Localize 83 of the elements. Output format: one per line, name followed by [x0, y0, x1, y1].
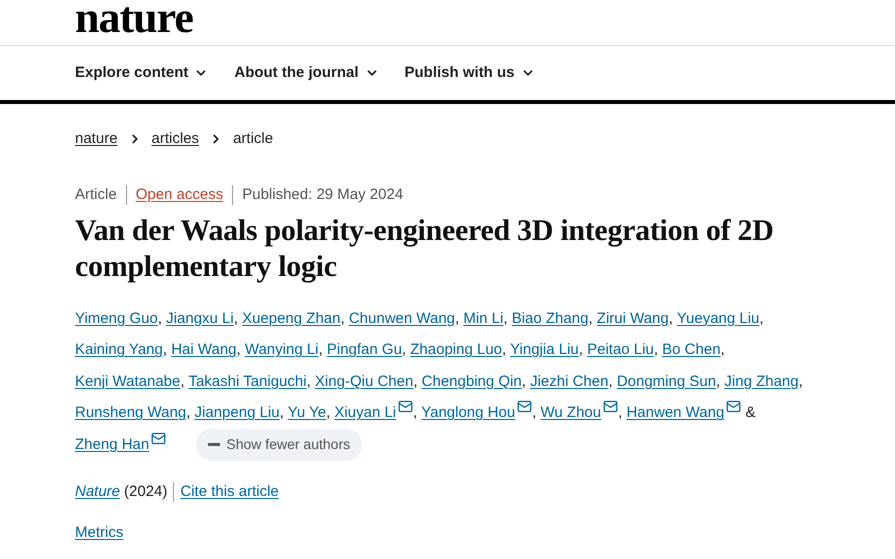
author-separator: , [234, 310, 238, 326]
author-separator: , [180, 372, 185, 390]
minus-icon [208, 443, 220, 446]
author-separator: , [326, 404, 330, 421]
author-link[interactable]: Takashi Taniguchi [188, 372, 307, 390]
author-link[interactable]: Biao Zhang [512, 310, 588, 326]
nav-menu-button[interactable]: Publish with us [404, 62, 535, 84]
author-link[interactable]: Kaining Yang [75, 341, 163, 358]
author-separator: , [716, 372, 720, 390]
mail-icon[interactable] [517, 399, 532, 414]
author-separator: , [158, 310, 162, 326]
author-link[interactable]: Jing Zhang [724, 372, 799, 390]
journal-link[interactable]: Nature [75, 480, 120, 504]
author-link[interactable]: Zhaoping Luo [410, 341, 502, 358]
author-link[interactable]: Kenji Watanabe [75, 372, 180, 390]
author-link[interactable]: Wu Zhou [540, 404, 602, 421]
mail-icon[interactable] [726, 399, 742, 414]
author-separator: , [720, 341, 725, 358]
author-separator: , [413, 404, 418, 421]
open-access-link[interactable]: Open access [126, 184, 232, 204]
author-separator: , [318, 341, 323, 358]
author-separator: , [668, 310, 673, 326]
author-link[interactable]: Zheng Han [75, 436, 150, 452]
author-link[interactable]: Jianpeng Liu [194, 404, 280, 421]
nav-menu-button[interactable]: Explore content [75, 62, 208, 84]
publication-year: (2024) [124, 482, 174, 502]
author-separator: , [798, 372, 803, 390]
author-separator: , [759, 310, 764, 326]
logo[interactable]: nature [75, 0, 193, 40]
article-meta: Article [75, 184, 118, 204]
author-separator: , [280, 404, 284, 421]
author-separator: , [578, 341, 583, 358]
author-separator: , [522, 372, 526, 390]
author-link[interactable]: Yingjia Liu [510, 341, 579, 358]
author-link[interactable]: Xiuyan Li [334, 404, 396, 421]
author-link[interactable]: Yimeng Guo [75, 310, 158, 326]
breadcrumb-link[interactable]: articles [152, 128, 200, 150]
author-link[interactable]: Jiangxu Li [166, 310, 234, 326]
nav-menu-button[interactable]: About the journal [234, 62, 379, 84]
author-link[interactable]: Xing-Qiu Chen [314, 372, 414, 390]
author-separator: , [608, 372, 613, 390]
author-link[interactable]: Yu Ye [288, 404, 326, 421]
breadcrumb-link[interactable]: nature [75, 128, 118, 150]
author-link[interactable]: Pingfan Gu [326, 341, 402, 358]
author-separator: , [503, 310, 508, 326]
author-separator: & [744, 404, 756, 421]
author-link[interactable]: Wanying Li [244, 341, 319, 358]
author-link[interactable]: Runsheng Wang [75, 404, 186, 421]
author-link[interactable]: Chengbing Qin [422, 372, 522, 390]
author-separator: , [340, 310, 345, 326]
author-separator: , [502, 341, 506, 358]
author-link[interactable]: Xuepeng Zhan [242, 310, 340, 326]
metrics-link[interactable]: Metrics [75, 522, 124, 545]
author-link[interactable]: Peitao Liu [587, 341, 654, 358]
cite-link[interactable]: Cite this article [180, 480, 279, 504]
mail-icon[interactable] [398, 399, 414, 414]
author-separator: , [532, 404, 536, 421]
mail-icon[interactable] [151, 430, 166, 446]
author-separator: , [588, 310, 593, 326]
article-meta: Published: 29 May 2024 [232, 184, 412, 204]
author-link[interactable]: Chunwen Wang [348, 310, 455, 326]
author-link[interactable]: Zirui Wang [596, 310, 669, 326]
author-link[interactable]: Min Li [463, 310, 504, 326]
author-separator: , [618, 404, 622, 421]
author-link[interactable]: Bo Chen [662, 341, 721, 358]
author-link[interactable]: Yanglong Hou [421, 404, 516, 421]
author-link[interactable]: Dongming Sun [616, 372, 716, 390]
author-separator: , [413, 372, 418, 390]
author-link[interactable]: Jiezhi Chen [530, 372, 608, 390]
breadcrumb-current: article [233, 129, 274, 149]
author-separator: , [162, 341, 168, 358]
author-separator: , [306, 372, 311, 390]
author-separator: , [402, 341, 406, 358]
article-title: Van der Waals polarity-engineered 3D integration of 2D complementary logic [75, 212, 775, 284]
author-link[interactable]: Hanwen Wang [626, 404, 724, 421]
author-separator: , [654, 341, 658, 358]
author-link[interactable]: Hai Wang [171, 341, 237, 358]
mail-icon[interactable] [603, 399, 618, 414]
author-separator: , [186, 404, 190, 421]
show-fewer-authors-button[interactable]: Show fewer authors [196, 428, 362, 461]
author-separator: , [236, 341, 241, 358]
author-link[interactable]: Yueyang Liu [676, 310, 760, 326]
author-separator: , [455, 310, 460, 326]
